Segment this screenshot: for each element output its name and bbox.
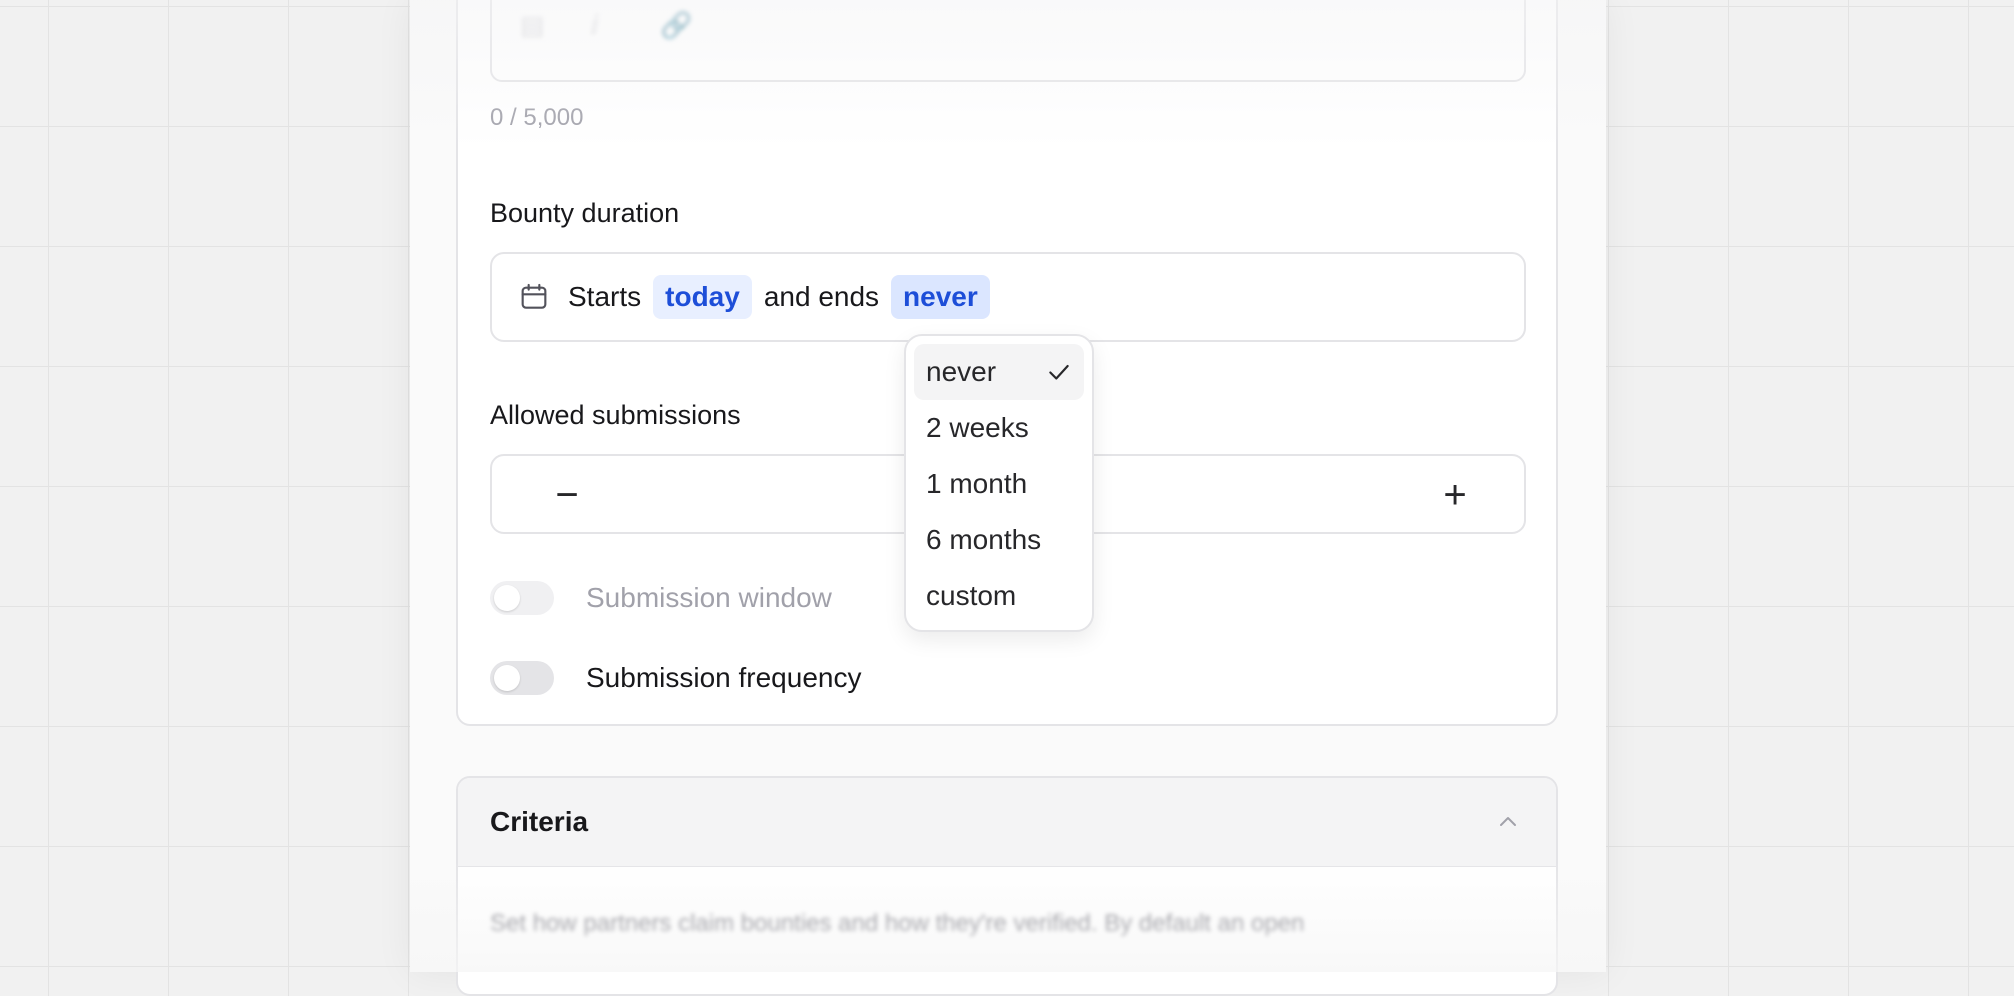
dropdown-option-custom[interactable]: custom	[914, 568, 1084, 624]
criteria-description: Set how partners claim bounties and how …	[490, 910, 1305, 937]
submission-frequency-label: Submission frequency	[586, 662, 862, 693]
dropdown-option-label: never	[926, 356, 997, 387]
end-date-chip[interactable]: never	[891, 275, 990, 319]
criteria-section: Criteria Set how partners claim bounties…	[456, 776, 1558, 996]
submission-frequency-row: Submission frequency	[490, 661, 861, 695]
dropdown-option-label: 1 month	[926, 468, 1028, 499]
criteria-title: Criteria	[490, 806, 589, 837]
end-duration-dropdown: never 2 weeks 1 month 6 months custom	[904, 334, 1094, 632]
submission-frequency-toggle[interactable]	[490, 661, 554, 695]
criteria-header[interactable]: Criteria	[458, 778, 1556, 867]
description-editor[interactable]: ▤ ⅈ 🔗	[490, 0, 1526, 82]
dropdown-option-1-month[interactable]: 1 month	[914, 456, 1084, 512]
dropdown-option-never[interactable]: never	[914, 344, 1084, 400]
character-counter: 0 / 5,000	[490, 104, 584, 131]
link-icon[interactable]: 🔗	[660, 10, 692, 41]
bounty-duration-field: Starts today and ends never	[490, 252, 1526, 342]
bounty-duration-label: Bounty duration	[490, 198, 680, 228]
ends-text: and ends	[763, 281, 880, 312]
decrement-button[interactable]: −	[542, 470, 592, 520]
allowed-submissions-label: Allowed submissions	[490, 400, 741, 430]
submission-window-row: Submission window	[490, 581, 832, 615]
dropdown-option-2-weeks[interactable]: 2 weeks	[914, 400, 1084, 456]
submission-window-label: Submission window	[586, 582, 832, 613]
calendar-icon	[521, 283, 547, 309]
submission-window-toggle[interactable]	[490, 581, 554, 615]
increment-button[interactable]: +	[1430, 470, 1480, 520]
italic-icon[interactable]: ⅈ	[590, 10, 599, 41]
chevron-up-icon[interactable]	[1496, 810, 1520, 834]
start-date-chip[interactable]: today	[653, 275, 752, 319]
dropdown-option-6-months[interactable]: 6 months	[914, 512, 1084, 568]
dropdown-option-label: 2 weeks	[926, 412, 1029, 443]
dropdown-option-label: custom	[926, 580, 1017, 611]
dropdown-option-label: 6 months	[926, 524, 1042, 555]
checkmark-icon	[1049, 364, 1069, 380]
bold-icon[interactable]: ▤	[520, 10, 545, 41]
starts-text: Starts	[568, 281, 642, 312]
